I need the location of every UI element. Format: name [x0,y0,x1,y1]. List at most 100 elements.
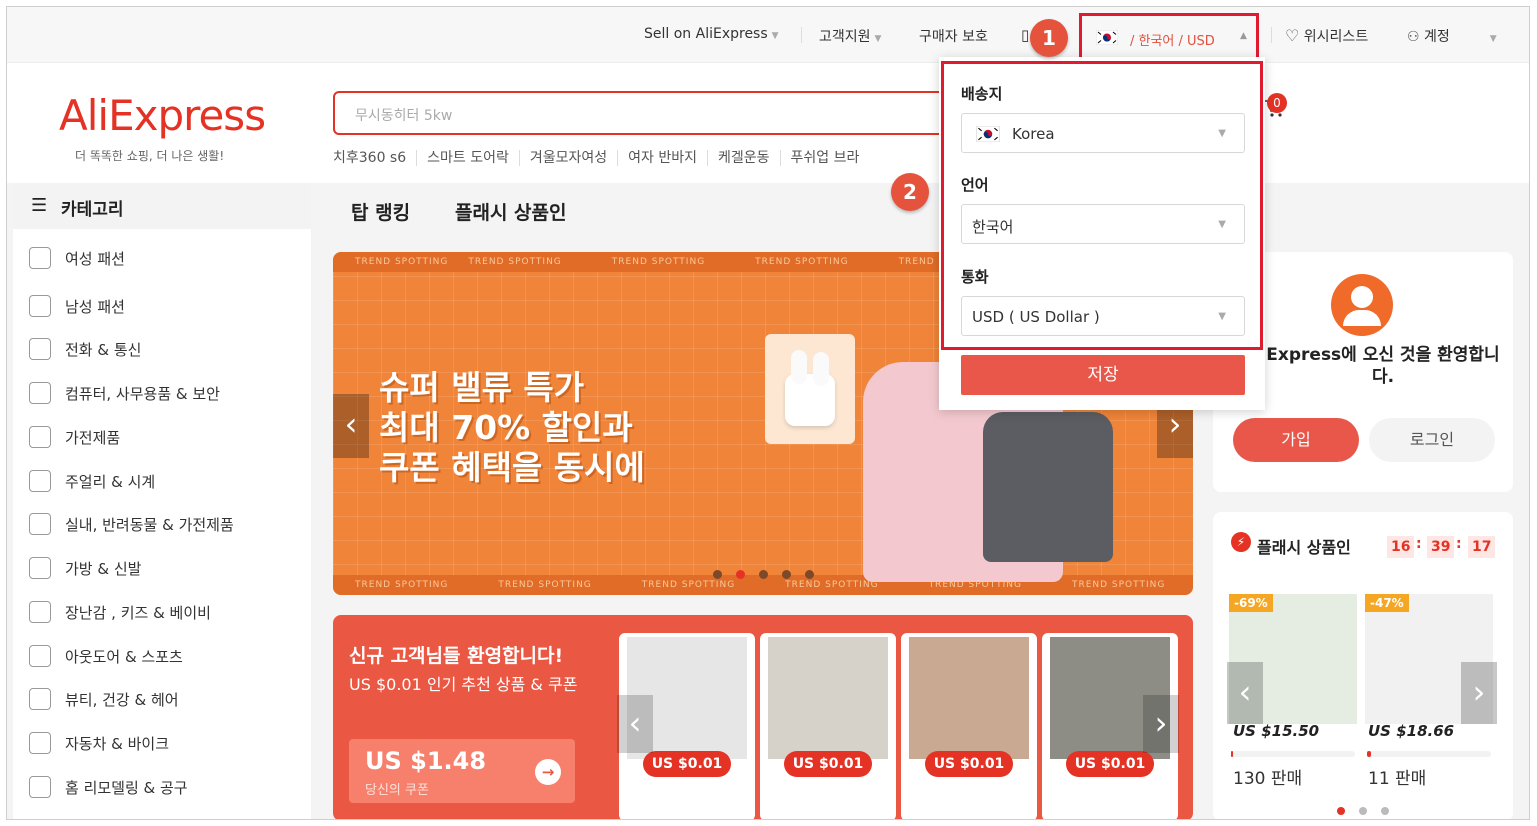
welcome-text: Express에 오신 것을 환영합니다. [1266,345,1500,387]
tool-icon [29,776,51,798]
sofa-icon [29,513,51,535]
slide-dot[interactable] [713,570,722,579]
search-input[interactable]: 무시동히터 5kw [333,91,973,135]
promo-title: 신규 고객님들 환영합니다! [349,645,564,667]
earbuds-image [765,334,855,444]
keyword-link[interactable]: 푸쉬업 브라 [791,150,870,166]
category-item[interactable]: 주얼리 & 시계 [29,466,155,496]
slide-dot[interactable] [805,570,814,579]
buyer-protection-link[interactable]: 구매자 보호 [919,26,988,46]
category-item[interactable]: 뷰티, 건강 & 헤어 [29,684,179,714]
timer-seconds: 17 [1468,536,1496,558]
tab-flash-deals[interactable]: 플래시 상품인 [455,198,567,225]
flash-prev-arrow[interactable]: ‹ [1227,662,1263,724]
join-button[interactable]: 가입 [1233,418,1359,462]
category-item[interactable]: 자동차 & 바이크 [29,728,169,758]
locale-selector[interactable]: / 한국어 / USD ▲ [1079,13,1259,61]
tab-top-ranking[interactable]: 탑 랭킹 [351,198,410,225]
category-header[interactable]: ☰ 카테고리 [13,183,311,229]
category-label: 여성 패션 [65,249,125,268]
bottle-icon [29,601,51,623]
slide-dot-active[interactable] [736,570,745,579]
category-item[interactable]: 전화 & 통신 [29,334,141,364]
sold-progress-bar [1231,751,1355,757]
account-label: 계정 [1424,29,1450,45]
category-label: 가전제품 [65,428,121,447]
ship-to-select[interactable]: Korea ▼ [961,113,1245,153]
keyword-link[interactable]: 겨울모자여성 [529,150,619,166]
page-dot[interactable] [1381,807,1389,815]
save-button[interactable]: 저장 [961,355,1245,395]
chevron-down-icon: ▼ [1218,128,1226,139]
category-sidebar: ☰ 카테고리 여성 패션 남성 패션 전화 & 통신 컴퓨터, 사무용품 & 보… [13,183,311,819]
step-1-badge: 1 [1030,19,1068,57]
keyword-link[interactable]: 케겔운동 [718,150,781,166]
mobile-app-icon[interactable]: ▯ [1021,26,1029,44]
caret-up-icon: ▲ [1240,31,1247,41]
category-label: 뷰티, 건강 & 헤어 [65,690,179,709]
category-item[interactable]: 여성 패션 [29,243,125,273]
language-select[interactable]: 한국어 ▼ [961,204,1245,244]
product-price: US $0.01 [925,751,1013,777]
flash-title[interactable]: 플래시 상품인 [1257,534,1351,558]
banner-line-2: 최대 70% 할인과 [379,408,633,447]
timer-hours: 16 [1387,536,1415,558]
product-card[interactable]: US $0.01 [760,633,896,819]
banner-line-3: 쿠폰 혜택을 동시에 [379,448,645,487]
category-item[interactable]: 아웃도어 & 스포츠 [29,641,183,671]
new-customer-promo: 신규 고객님들 환영합니다! US $0.01 인기 추천 상품 & 쿠폰 US… [333,615,1193,819]
keyword-link[interactable]: 치후360 s6 [333,150,418,166]
keyword-link[interactable]: 스마트 도어락 [427,150,520,166]
step-2-badge: 2 [891,173,929,211]
copper-straws-image [909,637,1029,759]
category-item[interactable]: 홈 리모델링 & 공구 [29,772,188,802]
header: AliExpress 더 똑똑한 쇼핑, 더 나은 생활! 무시동히터 5kw … [7,63,1529,183]
flash-deals-card: ⚡ 플래시 상품인 16 : 39 : 17 -69% US $15.50 13… [1213,512,1513,819]
slide-dot[interactable] [759,570,768,579]
korea-flag-icon [1096,30,1118,45]
keyword-link[interactable]: 여자 반바지 [628,150,709,166]
category-label: 홈 리모델링 & 공구 [65,778,188,797]
category-label: 가방 & 신발 [65,559,142,578]
banner-line-1: 슈퍼 밸류 특가 [379,368,585,407]
category-item[interactable]: 가방 & 신발 [29,553,141,583]
coupon-card[interactable]: US $1.48 당신의 쿠폰 → [349,739,575,803]
stripe-text: TREND SPOTTING [355,580,449,590]
wishlist-link[interactable]: ♡ 위시리스트 [1285,26,1368,46]
page-dot-active[interactable] [1337,807,1345,815]
aliexpress-logo[interactable]: AliExpress [59,91,266,140]
page-dot[interactable] [1359,807,1367,815]
currency-select[interactable]: USD ( US Dollar ) ▼ [961,296,1245,336]
login-button[interactable]: 로그인 [1369,418,1495,462]
arrow-right-icon[interactable]: → [535,759,561,785]
product-price: US $0.01 [784,751,872,777]
currency-value: USD ( US Dollar ) [972,308,1100,326]
sell-on-aliexpress-link[interactable]: Sell on AliExpress ▼ [644,26,779,42]
sold-progress-bar [1367,751,1491,757]
account-menu[interactable]: ⚇ 계정 ▼ [1407,26,1497,46]
shirt-icon [29,295,51,317]
promo-next-arrow[interactable]: › [1143,695,1179,753]
promo-prev-arrow[interactable]: ‹ [617,695,653,753]
user-icon: ⚇ [1407,29,1420,45]
category-label: 아웃도어 & 스포츠 [65,647,183,666]
sold-progress-fill [1367,751,1371,757]
category-item[interactable]: 가전제품 [29,422,120,452]
bag-icon [29,557,51,579]
stripe-text: TREND SPOTTING [611,257,706,267]
category-item[interactable]: 남성 패션 [29,291,125,321]
category-item[interactable]: 컴퓨터, 사무용품 & 보안 [29,378,220,408]
customer-support-link[interactable]: 고객지원 ▼ [819,26,881,46]
language-value: 한국어 [972,218,1014,236]
slide-dot[interactable] [782,570,791,579]
product-card[interactable]: US $0.01 [901,633,1037,819]
flash-price: US $18.66 [1368,722,1455,740]
banner-prev-arrow[interactable]: ‹ [333,394,369,458]
category-item[interactable]: 실내, 반려동물 & 가전제품 [29,509,234,539]
flash-next-arrow[interactable]: › [1461,662,1497,724]
category-label: 주얼리 & 시계 [65,472,156,491]
ball-icon [29,645,51,667]
search-placeholder: 무시동히터 5kw [355,108,453,124]
category-label: 전화 & 통신 [65,340,142,359]
category-item[interactable]: 장난감 , 키즈 & 베이비 [29,597,211,627]
